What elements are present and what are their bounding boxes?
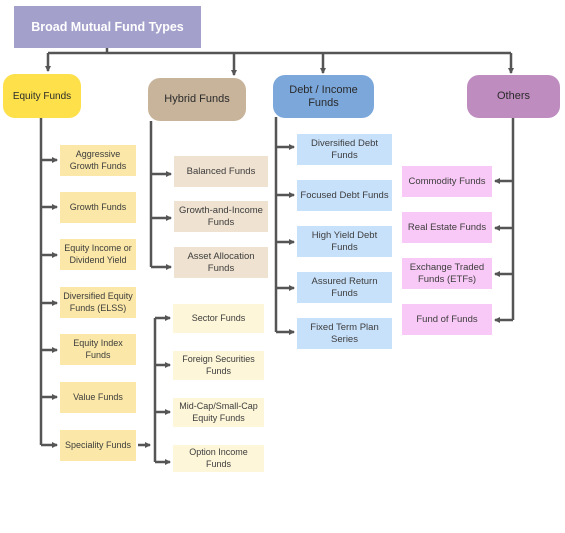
root-node: Broad Mutual Fund Types <box>14 6 201 48</box>
hybrid-leaf-growth-and-income: Growth-and-Income Funds <box>174 201 268 232</box>
others-leaf-commodity: Commodity Funds <box>402 166 492 197</box>
speciality-leaf-foreign-securities: Foreign Securities Funds <box>173 351 264 380</box>
equity-leaf-equity-index: Equity Index Funds <box>60 334 136 365</box>
others-leaf-real-estate: Real Estate Funds <box>402 212 492 243</box>
speciality-leaf-sector: Sector Funds <box>173 304 264 333</box>
equity-leaf-aggressive-growth: Aggressive Growth Funds <box>60 145 136 176</box>
others-leaf-etfs: Exchange Traded Funds (ETFs) <box>402 258 492 289</box>
debt-leaf-fixed-term-plan: Fixed Term Plan Series <box>297 318 392 349</box>
category-debt-income-funds: Debt / Income Funds <box>273 75 374 118</box>
equity-leaf-growth: Growth Funds <box>60 192 136 223</box>
category-hybrid-funds: Hybrid Funds <box>148 78 246 121</box>
speciality-leaf-mid-small-cap: Mid-Cap/Small-Cap Equity Funds <box>173 398 264 427</box>
debt-leaf-focused-debt: Focused Debt Funds <box>297 180 392 211</box>
equity-leaf-value: Value Funds <box>60 382 136 413</box>
debt-leaf-diversified-debt: Diversified Debt Funds <box>297 134 392 165</box>
others-leaf-fund-of-funds: Fund of Funds <box>402 304 492 335</box>
debt-leaf-high-yield-debt: High Yield Debt Funds <box>297 226 392 257</box>
speciality-leaf-option-income: Option Income Funds <box>173 445 264 472</box>
equity-leaf-diversified-elss: Diversified Equity Funds (ELSS) <box>60 287 136 318</box>
equity-leaf-equity-income: Equity Income or Dividend Yield <box>60 239 136 270</box>
hybrid-leaf-asset-allocation: Asset Allocation Funds <box>174 247 268 278</box>
category-equity-funds: Equity Funds <box>3 74 81 118</box>
equity-leaf-speciality: Speciality Funds <box>60 430 136 461</box>
hybrid-leaf-balanced: Balanced Funds <box>174 156 268 187</box>
debt-leaf-assured-return: Assured Return Funds <box>297 272 392 303</box>
category-others: Others <box>467 75 560 118</box>
